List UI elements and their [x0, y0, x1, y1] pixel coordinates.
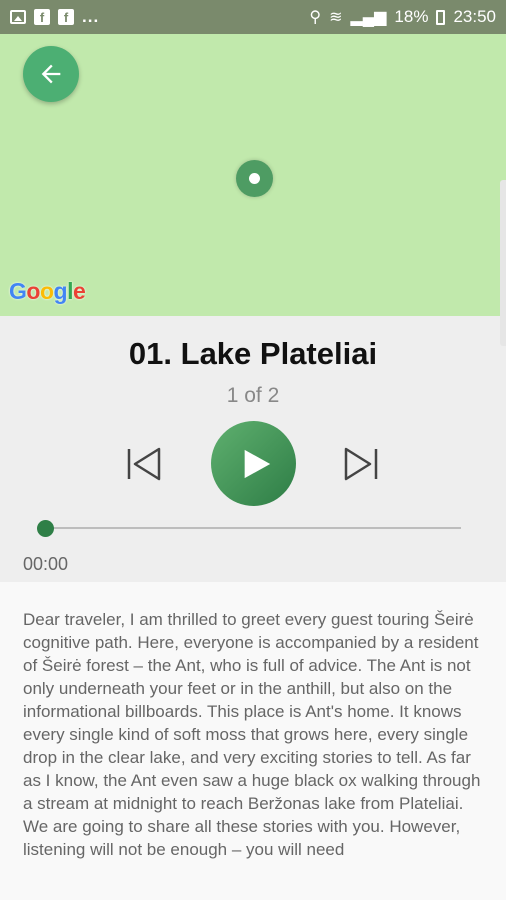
google-logo-letter: g	[53, 278, 68, 304]
google-logo-letter: e	[72, 278, 86, 304]
google-logo-letter: o	[26, 278, 40, 304]
status-bar: f f ... ⚲ ≋ ▂▄▆ 18% 23:50	[0, 0, 506, 34]
battery-icon	[436, 9, 446, 25]
google-logo-letter: G	[9, 278, 27, 304]
seek-bar[interactable]	[45, 527, 461, 529]
google-logo: Google	[9, 278, 86, 305]
wifi-icon: ≋	[329, 9, 343, 26]
player-panel: 01. Lake Plateliai 1 of 2 00:00	[0, 316, 506, 582]
arrow-left-icon	[41, 64, 61, 84]
signal-icon: ▂▄▆	[350, 9, 387, 26]
track-count: 1 of 2	[226, 384, 280, 407]
back-button[interactable]	[23, 46, 79, 102]
clock: 23:50	[453, 7, 496, 26]
skip-previous-icon	[133, 447, 161, 481]
image-notification-icon	[10, 10, 26, 24]
more-notifications: ...	[82, 7, 100, 26]
status-left: f f ...	[10, 7, 99, 27]
location-marker[interactable]	[236, 160, 273, 197]
seek-thumb[interactable]	[36, 520, 54, 537]
skip-next-icon	[344, 447, 372, 481]
scroll-handle[interactable]	[500, 180, 506, 346]
status-right: ⚲ ≋ ▂▄▆ 18% 23:50	[309, 7, 496, 27]
map-view[interactable]: Google	[0, 34, 506, 316]
facebook-icon: f	[34, 9, 50, 25]
previous-track-button[interactable]	[126, 447, 162, 481]
google-logo-letter: o	[39, 278, 54, 304]
track-description: Dear traveler, I am thrilled to greet ev…	[23, 610, 481, 859]
track-title: 01. Lake Plateliai	[128, 336, 378, 371]
battery-percent: 18%	[394, 7, 429, 26]
elapsed-time: 00:00	[23, 554, 69, 574]
location-icon: ⚲	[309, 9, 322, 26]
play-button[interactable]	[211, 421, 296, 506]
play-icon	[244, 449, 270, 478]
facebook-icon: f	[58, 9, 74, 25]
next-track-button[interactable]	[343, 447, 379, 481]
